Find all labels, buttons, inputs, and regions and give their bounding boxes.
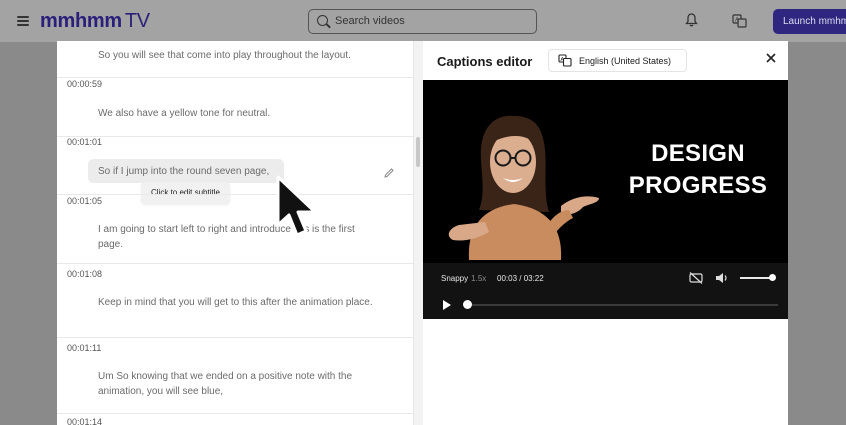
cue-timestamp: 00:01:08 [67, 269, 103, 279]
edit-tooltip: Click to edit subtitle [141, 182, 230, 204]
speed-label: Snappy [441, 274, 469, 283]
headline-line1: DESIGN [651, 140, 745, 167]
top-bar: mmhmmTV Search videos A Launch mmhmm [0, 0, 846, 42]
cue-divider [57, 337, 413, 338]
mouse-cursor-icon [276, 175, 317, 237]
progress-bar[interactable] [464, 304, 778, 306]
cue-timestamp: 00:01:05 [67, 196, 103, 206]
captions-off-icon[interactable] [689, 272, 703, 284]
cue-divider [57, 263, 413, 264]
logo[interactable]: mmhmm TV [40, 10, 150, 33]
search-input[interactable]: Search videos [308, 9, 537, 34]
volume-icon[interactable] [715, 272, 729, 284]
pane-divider [413, 41, 423, 425]
search-icon [317, 15, 328, 26]
logo-suffix: TV [124, 10, 150, 32]
cue-text[interactable]: Keep in mind that you will get to this a… [98, 295, 378, 310]
play-icon[interactable] [443, 300, 451, 310]
translate-icon[interactable]: A [732, 14, 747, 28]
slide-headline: DESIGN PROGRESS [613, 138, 783, 202]
svg-text:A: A [735, 18, 739, 24]
volume-slider-handle[interactable] [768, 274, 776, 281]
player-controls: Snappy 1.5x 00:03 / 03:22 [423, 263, 788, 319]
logo-main: mmhmm [40, 10, 122, 32]
cue-timestamp: 00:00:59 [67, 79, 103, 89]
language-select[interactable]: A English (United States) [548, 49, 687, 72]
cue-text[interactable]: I am going to start left to right and in… [98, 222, 378, 252]
cue-timestamp: 00:01:01 [67, 137, 103, 147]
video-player[interactable]: DESIGN PROGRESS Snappy 1.5x 00:03 / 03:22 [423, 80, 788, 319]
cue-text[interactable]: So you will see that come into play thro… [98, 48, 398, 63]
cue-divider [57, 194, 413, 195]
speed-selector[interactable]: Snappy 1.5x [441, 274, 486, 283]
headline-line2: PROGRESS [628, 172, 768, 199]
editor-title: Captions editor [437, 54, 533, 69]
bell-icon[interactable] [685, 13, 698, 27]
cue-text-active[interactable]: So if I jump into the round seven page, [98, 166, 269, 177]
cue-text[interactable]: We also have a yellow tone for neutral. [98, 106, 378, 121]
time-display: 00:03 / 03:22 [497, 274, 544, 283]
editor-pane: Captions editor A English (United States… [423, 41, 788, 425]
speed-value: 1.5x [471, 274, 487, 283]
search-placeholder: Search videos [335, 15, 405, 27]
cue-timestamp: 00:01:14 [67, 417, 103, 425]
cue-divider [57, 77, 413, 78]
cue-timestamp: 00:01:11 [67, 343, 102, 353]
progress-handle[interactable] [463, 300, 473, 309]
cue-divider [57, 136, 413, 137]
volume-slider[interactable] [740, 277, 772, 279]
caption-list[interactable]: So you will see that come into play thro… [57, 41, 413, 425]
svg-text:A: A [561, 57, 565, 63]
translate-icon: A [558, 54, 572, 67]
language-label: English (United States) [579, 56, 672, 66]
cue-divider [57, 413, 413, 414]
captions-modal: So you will see that come into play thro… [57, 41, 788, 425]
cue-text[interactable]: Um So knowing that we ended on a positiv… [98, 369, 378, 399]
menu-icon[interactable] [17, 16, 29, 26]
edit-icon[interactable] [383, 167, 395, 179]
scrollbar-thumb[interactable] [416, 137, 420, 167]
close-icon[interactable] [764, 51, 778, 65]
launch-button[interactable]: Launch mmhmm [773, 9, 846, 34]
presenter-image [448, 115, 599, 260]
